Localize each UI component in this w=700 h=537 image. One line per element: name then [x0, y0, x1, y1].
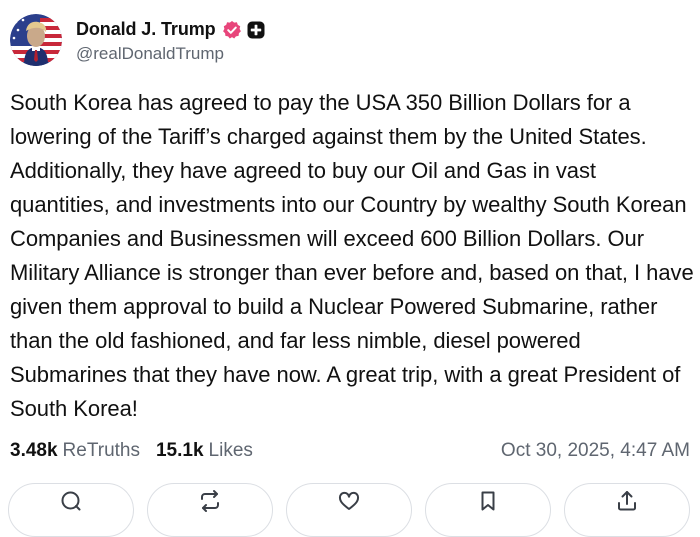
- flag-portrait-avatar-icon: [10, 14, 62, 66]
- verified-badge-icon: [222, 20, 242, 40]
- plus-badge-icon: [247, 21, 265, 39]
- likes-label[interactable]: Likes: [209, 440, 253, 462]
- share-icon: [618, 491, 636, 511]
- like-icon: [338, 491, 360, 510]
- post-header: Donald J. Trump @realDonaldTrump: [10, 13, 265, 67]
- name-row: Donald J. Trump: [76, 17, 265, 43]
- display-name[interactable]: Donald J. Trump: [76, 19, 216, 40]
- action-bar: [8, 483, 700, 537]
- retruth-button[interactable]: [147, 483, 273, 537]
- likes-count[interactable]: 15.1k: [156, 440, 204, 462]
- post-stats: 3.48k ReTruths 15.1k Likes Oct 30, 2025,…: [10, 437, 690, 465]
- reply-icon: [61, 491, 81, 511]
- retruth-icon: [201, 490, 219, 512]
- post-timestamp[interactable]: Oct 30, 2025, 4:47 AM: [501, 440, 690, 462]
- bookmark-icon: [481, 491, 495, 511]
- reply-button[interactable]: [8, 483, 134, 537]
- post-card: Donald J. Trump @realDonaldTrump South K…: [0, 0, 700, 537]
- post-text: South Korea has agreed to pay the USA 35…: [10, 90, 694, 421]
- like-button[interactable]: [286, 483, 412, 537]
- retruths-count[interactable]: 3.48k: [10, 440, 58, 462]
- share-button[interactable]: [564, 483, 690, 537]
- author-info: Donald J. Trump @realDonaldTrump: [76, 17, 265, 64]
- bookmark-button[interactable]: [425, 483, 551, 537]
- avatar[interactable]: [10, 14, 62, 66]
- author-handle[interactable]: @realDonaldTrump: [76, 44, 265, 64]
- retruths-label[interactable]: ReTruths: [63, 440, 140, 462]
